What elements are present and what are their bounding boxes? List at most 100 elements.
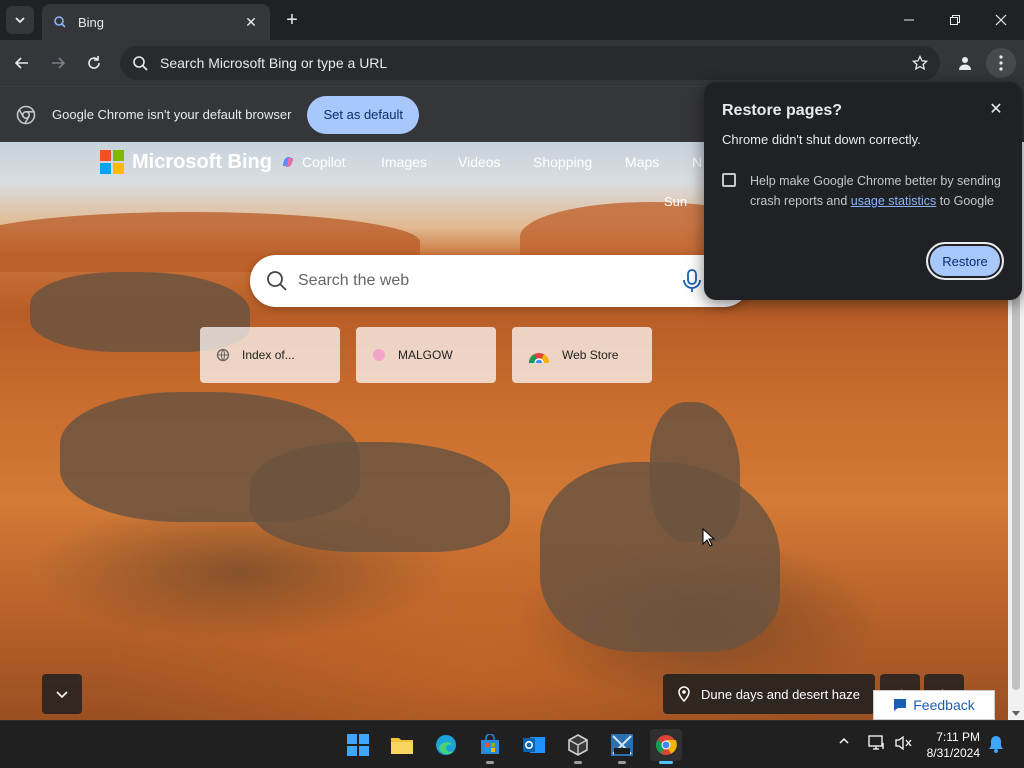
nav-more[interactable]: N <box>692 154 702 170</box>
caption-text: Dune days and desert haze <box>701 687 860 702</box>
crash-report-checkbox[interactable] <box>722 173 736 187</box>
dialog-subtitle: Chrome didn't shut down correctly. <box>722 132 1004 147</box>
address-bar[interactable] <box>120 46 940 80</box>
arrow-left-icon <box>14 55 30 71</box>
person-icon <box>957 55 973 71</box>
feedback-button[interactable]: Feedback <box>873 690 995 720</box>
nav-images[interactable]: Images <box>381 154 427 170</box>
bing-search-input[interactable] <box>298 272 678 290</box>
image-caption[interactable]: Dune days and desert haze <box>663 674 875 714</box>
outlook-button[interactable] <box>518 729 550 761</box>
toolbar <box>0 40 1024 86</box>
tray-overflow-button[interactable] <box>838 735 850 750</box>
tab-close-icon[interactable]: ✕ <box>242 13 260 31</box>
tab-strip: Bing ✕ + <box>0 0 1024 40</box>
background-rock <box>650 402 740 542</box>
restore-window-button[interactable] <box>932 0 978 40</box>
reload-button[interactable] <box>79 48 109 78</box>
network-button[interactable] <box>868 735 886 754</box>
kebab-menu-icon <box>999 55 1003 71</box>
outlook-icon <box>522 734 546 756</box>
forward-button[interactable] <box>43 48 73 78</box>
speaker-muted-icon <box>894 735 912 751</box>
folder-icon <box>390 735 414 755</box>
bell-icon <box>988 735 1004 753</box>
bing-logo[interactable]: Microsoft Bing <box>100 150 272 174</box>
new-tab-button[interactable]: + <box>280 8 304 32</box>
microsoft-store-button[interactable] <box>474 729 506 761</box>
server-app-button[interactable] <box>606 729 638 761</box>
tab-bing[interactable]: Bing ✕ <box>42 4 270 40</box>
partial-header-text: Sun <box>664 194 687 209</box>
mouse-cursor-icon <box>702 528 716 548</box>
crash-report-option: Help make Google Chrome better by sendin… <box>722 171 1004 211</box>
copilot-icon <box>280 154 296 170</box>
chrome-menu-button[interactable] <box>986 48 1016 78</box>
nav-copilot[interactable]: Copilot <box>280 154 346 170</box>
bookmark-star-icon[interactable] <box>910 53 930 73</box>
chrome-taskbar-button[interactable] <box>650 729 682 761</box>
infobar-message: Google Chrome isn't your default browser <box>52 107 291 122</box>
site-favicon-icon <box>370 346 388 364</box>
system-clock[interactable]: 7:11 PM 8/31/2024 <box>920 729 980 761</box>
close-window-button[interactable] <box>978 0 1024 40</box>
close-icon[interactable]: ✕ <box>988 102 1004 118</box>
back-button[interactable] <box>7 48 37 78</box>
dialog-title: Restore pages? <box>722 102 1004 120</box>
file-explorer-button[interactable] <box>386 729 418 761</box>
chevron-up-icon <box>838 735 850 747</box>
feedback-label: Feedback <box>913 697 974 713</box>
clock-date: 8/31/2024 <box>920 745 980 761</box>
location-pin-icon <box>677 686 691 702</box>
checkbox-label: Help make Google Chrome better by sendin… <box>750 171 1004 211</box>
microphone-icon[interactable] <box>682 269 702 293</box>
edge-button[interactable] <box>430 729 462 761</box>
virtualbox-button[interactable] <box>562 729 594 761</box>
restore-button[interactable]: Restore <box>926 242 1004 280</box>
chevron-down-icon <box>14 14 26 26</box>
minimize-button[interactable] <box>886 0 932 40</box>
shortcut-tile-malgow[interactable]: MALGOW <box>356 327 496 383</box>
profile-button[interactable] <box>950 48 980 78</box>
search-icon <box>132 55 148 71</box>
chrome-web-store-icon <box>526 346 552 364</box>
tile-label: Index of... <box>242 348 295 362</box>
volume-button[interactable] <box>894 735 912 754</box>
nav-maps[interactable]: Maps <box>625 154 659 170</box>
network-monitor-icon <box>868 735 886 751</box>
scroll-down-button[interactable] <box>42 674 82 714</box>
cube-icon <box>567 734 589 756</box>
set-as-default-button[interactable]: Set as default <box>307 96 419 134</box>
chrome-logo-icon <box>16 105 36 125</box>
bing-logo-text: Microsoft Bing <box>132 151 272 174</box>
arrow-right-icon <box>50 55 66 71</box>
microsoft-logo-icon <box>100 150 124 174</box>
search-icon <box>266 270 288 292</box>
close-icon <box>995 14 1007 26</box>
store-bag-icon <box>479 734 501 756</box>
edge-icon <box>435 734 457 756</box>
nav-shopping[interactable]: Shopping <box>533 154 592 170</box>
feedback-icon <box>893 698 907 712</box>
nav-videos[interactable]: Videos <box>458 154 501 170</box>
nav-label: Copilot <box>302 154 346 170</box>
usage-statistics-link[interactable]: usage statistics <box>851 194 936 208</box>
chrome-icon <box>655 734 677 756</box>
address-input[interactable] <box>160 55 860 71</box>
checkbox-text: to Google <box>940 194 994 208</box>
bing-search-box[interactable] <box>250 255 750 307</box>
tab-search-button[interactable] <box>6 6 34 34</box>
shortcut-tile-webstore[interactable]: Web Store <box>512 327 652 383</box>
windows-taskbar: 7:11 PM 8/31/2024 <box>0 720 1024 768</box>
start-button[interactable] <box>342 729 374 761</box>
clock-time: 7:11 PM <box>920 729 980 745</box>
shortcut-tile-index[interactable]: Index of... <box>200 327 340 383</box>
scroll-down-arrow-icon[interactable] <box>1012 711 1020 716</box>
server-app-icon <box>610 733 634 757</box>
restore-window-icon <box>950 15 960 25</box>
tile-label: MALGOW <box>398 348 453 362</box>
search-favicon-icon <box>52 14 68 30</box>
notifications-button[interactable] <box>988 735 1004 756</box>
windows-logo-icon <box>347 734 369 756</box>
tab-title: Bing <box>78 15 242 30</box>
